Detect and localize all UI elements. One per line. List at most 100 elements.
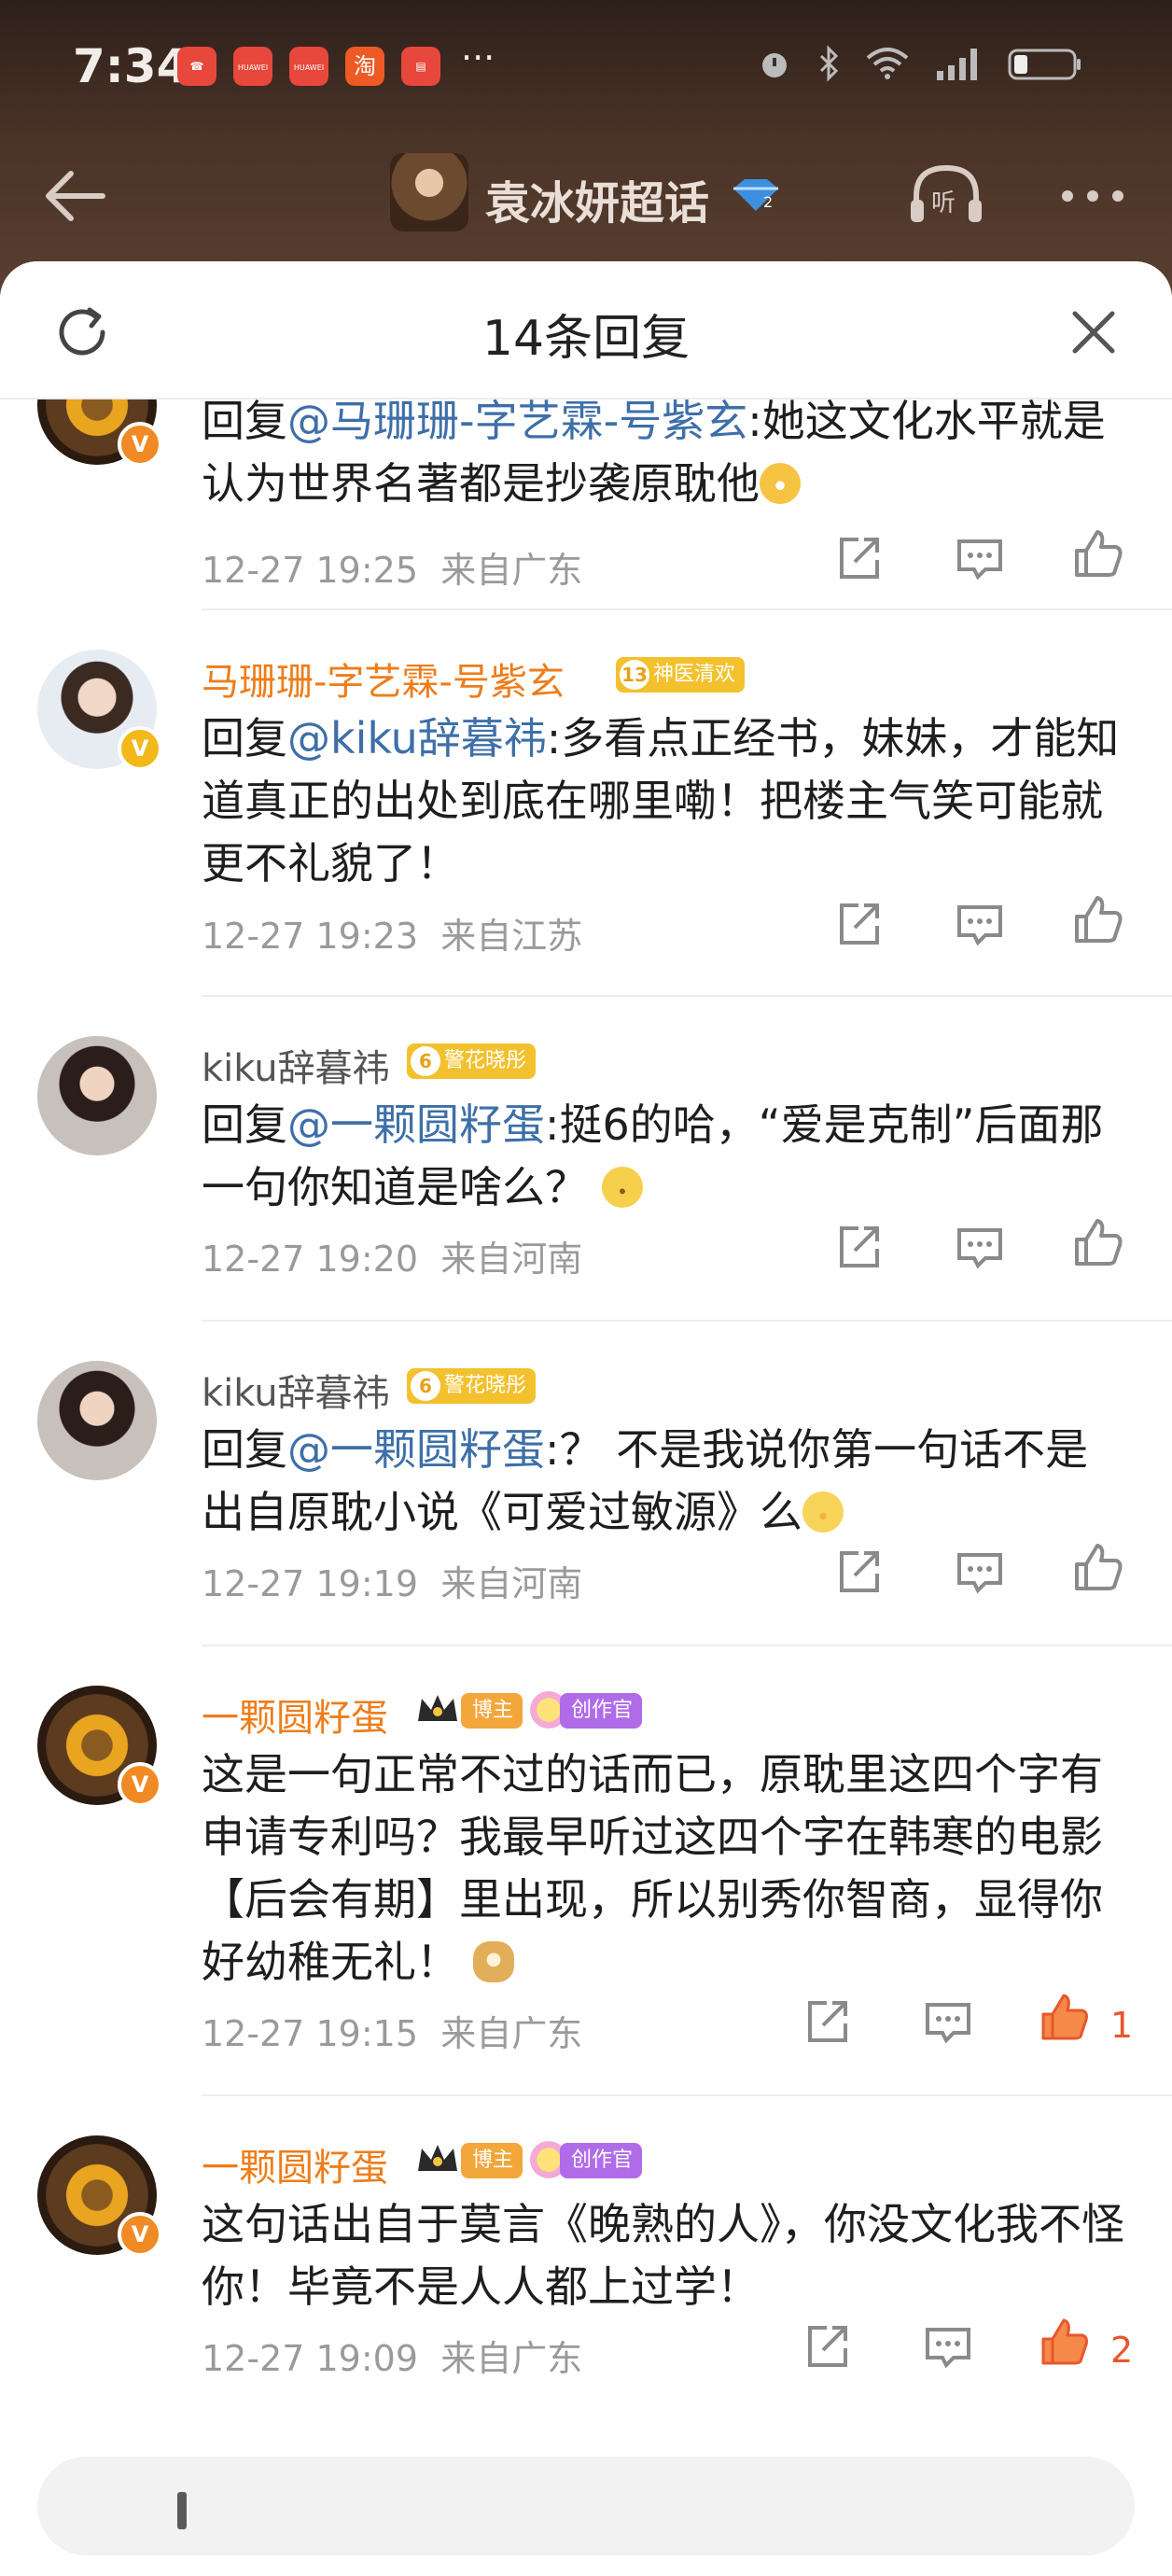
crown-icon xyxy=(418,2145,457,2171)
share-icon[interactable] xyxy=(830,1219,886,1275)
list-item: kiku辞暮祎 6 警花晓彤 回复@一颗圆籽蛋:？ 不是我说你第一句话不是出自原耽… xyxy=(0,1322,1172,1646)
comment-text: 回复@马珊珊-字艺霖-号紫玄:她这文化水平就是认为世界名著都是抄袭原耽他 xyxy=(202,398,1106,509)
username[interactable]: kiku辞暮祎 xyxy=(202,1363,390,1417)
username[interactable]: 一颗圆籽蛋 xyxy=(202,2137,388,2191)
topic-title[interactable]: 袁冰妍超话 xyxy=(485,166,709,231)
doge-emoji-icon xyxy=(472,1941,514,1982)
replies-sheet: 14条回复 V 回复@马珊珊-字艺霖-号紫玄:她这文化水平就是认为世界名著都是抄… xyxy=(0,261,1172,2576)
comment-meta: 12-27 19:15 来自广东 xyxy=(202,2013,583,2054)
signal-icon xyxy=(937,49,977,80)
comment-meta: 12-27 19:23 来自江苏 xyxy=(202,916,583,957)
comment-icon[interactable] xyxy=(952,1544,1008,1600)
creator-badge: 创作官 xyxy=(560,2143,643,2178)
liked-icon[interactable] xyxy=(1036,1990,1092,2046)
avatar[interactable]: V xyxy=(37,2135,162,2257)
more-options-icon[interactable] xyxy=(1051,159,1135,233)
more-notifications-icon: ··· xyxy=(461,37,495,78)
missed-call-icon: ☎ xyxy=(177,47,216,86)
like-count: 2 xyxy=(1110,2330,1134,2371)
bluetooth-icon xyxy=(819,45,839,82)
like-icon[interactable] xyxy=(1069,892,1125,948)
comment-text: 回复@kiku辞暮祎:多看点正经书，妹妹，才能知道真正的出处到底在哪里嘞！把楼主… xyxy=(202,713,1120,889)
comment-icon[interactable] xyxy=(952,530,1008,586)
listen-headphones-icon[interactable]: 听 xyxy=(905,159,987,233)
comment-meta: 12-27 19:19 来自河南 xyxy=(202,1563,583,1604)
alarm-icon xyxy=(762,53,787,77)
reply-list: V 回复@马珊珊-字艺霖-号紫玄:她这文化水平就是认为世界名著都是抄袭原耽他 1… xyxy=(0,398,1172,2432)
creator-badge: 创作官 xyxy=(560,1693,643,1729)
fan-badge: 13 神医清欢 xyxy=(616,657,746,693)
avatar[interactable] xyxy=(37,1361,157,1480)
comment-icon[interactable] xyxy=(920,1994,976,2050)
avatar[interactable]: V xyxy=(37,1686,162,1807)
diamond-badge-icon: 2 xyxy=(733,179,778,211)
username[interactable]: kiku辞暮祎 xyxy=(202,1038,390,1092)
svg-text:2: 2 xyxy=(763,193,773,211)
list-item: V 一颗圆籽蛋 博主 创作官 这句话出自于莫言《晚熟的人》，你没文化我不怪你！毕… xyxy=(0,2096,1172,2432)
huawei-icon: HUAWEI xyxy=(233,47,272,86)
share-icon[interactable] xyxy=(830,1544,886,1600)
battery-icon xyxy=(1008,49,1081,80)
verified-badge-icon: V xyxy=(118,726,162,771)
comment-meta: 12-27 19:09 来自广东 xyxy=(202,2338,583,2379)
comment-icon[interactable] xyxy=(920,2318,976,2374)
status-icons xyxy=(756,45,1082,82)
list-item: V 一颗圆籽蛋 博主 创作官 这是一句正常不过的话而已，原耽里这四个字有申请专利… xyxy=(0,1646,1172,2096)
username[interactable]: 一颗圆籽蛋 xyxy=(202,1687,388,1742)
mention-link[interactable]: @一颗圆籽蛋 xyxy=(287,1099,545,1150)
worried-emoji-icon xyxy=(802,1491,844,1533)
comment-meta: 12-27 19:25 来自广东 xyxy=(202,550,583,591)
taobao-icon: 淘 xyxy=(345,47,384,86)
status-time: 7:34 xyxy=(73,39,189,93)
verified-badge-icon: V xyxy=(118,2212,162,2257)
comment-text: 回复@一颗圆籽蛋:？ 不是我说你第一句话不是出自原耽小说《可爱过敏源》么 xyxy=(202,1424,1089,1537)
reply-input[interactable] xyxy=(37,2457,1135,2555)
avatar[interactable]: V xyxy=(37,398,162,467)
verified-badge-icon: V xyxy=(118,422,162,467)
sheet-header: 14条回复 xyxy=(0,261,1172,399)
list-item: V 回复@马珊珊-字艺霖-号紫玄:她这文化水平就是认为世界名著都是抄袭原耽他 1… xyxy=(0,398,1172,610)
share-icon[interactable] xyxy=(830,896,886,952)
list-item: V 马珊珊-字艺霖-号紫玄 13 神医清欢 回复@kiku辞暮祎:多看点正经书，妹… xyxy=(0,610,1172,997)
comment-text: 回复@一颗圆籽蛋:挺6的哈，“爱是克制”后面那一句你知道是啥么？ xyxy=(202,1099,1104,1212)
comment-meta: 12-27 19:20 来自河南 xyxy=(202,1239,583,1280)
comment-icon[interactable] xyxy=(952,896,1008,952)
username[interactable]: 马珊珊-字艺霖-号紫玄 xyxy=(202,651,565,706)
fan-badge: 6 警花晓彤 xyxy=(407,1368,537,1404)
close-icon[interactable] xyxy=(1064,302,1123,362)
share-icon[interactable] xyxy=(799,2318,855,2374)
liked-icon[interactable] xyxy=(1036,2315,1092,2371)
like-icon[interactable] xyxy=(1069,526,1125,582)
laugh-emoji-icon xyxy=(760,463,801,504)
share-icon[interactable] xyxy=(830,530,886,586)
mention-link[interactable]: @一颗圆籽蛋 xyxy=(287,1424,545,1475)
sheet-title: 14条回复 xyxy=(481,311,691,367)
mention-link[interactable]: @kiku辞暮祎 xyxy=(287,713,547,763)
crown-icon xyxy=(418,1695,457,1721)
wifi-icon xyxy=(866,48,909,79)
text-cursor xyxy=(177,2492,187,2529)
verified-badge-icon: V xyxy=(118,1762,162,1807)
list-item: kiku辞暮祎 6 警花晓彤 回复@一颗圆籽蛋:挺6的哈，“爱是克制”后面那一句你… xyxy=(0,997,1172,1322)
like-icon[interactable] xyxy=(1069,1215,1125,1271)
comment-icon[interactable] xyxy=(952,1219,1008,1275)
like-count: 1 xyxy=(1110,2005,1134,2046)
back-arrow-icon[interactable] xyxy=(37,159,121,233)
comment-text: 这是一句正常不过的话而已，原耽里这四个字有申请专利吗？我最早听过这四个字在韩寒的… xyxy=(202,1749,1103,1987)
book-icon: ▤ xyxy=(401,47,440,86)
host-badge: 博主 xyxy=(461,1693,523,1729)
topic-avatar[interactable] xyxy=(390,153,468,231)
fan-badge: 6 警花晓彤 xyxy=(407,1043,537,1079)
avatar[interactable] xyxy=(37,1036,157,1155)
huawei-icon-2: HUAWEI xyxy=(289,47,328,86)
host-badge: 博主 xyxy=(461,2143,523,2178)
smile-emoji-icon xyxy=(601,1167,643,1208)
mention-link[interactable]: @马珊珊-字艺霖-号紫玄 xyxy=(287,398,747,446)
like-icon[interactable] xyxy=(1069,1540,1125,1596)
comment-text: 这句话出自于莫言《晚熟的人》，你没文化我不怪你！毕竟不是人人都上过学！ xyxy=(202,2199,1124,2312)
share-icon[interactable] xyxy=(799,1994,855,2050)
top-nav: 袁冰妍超话 2 听 xyxy=(0,131,1172,257)
svg-text:听: 听 xyxy=(931,189,956,217)
avatar[interactable]: V xyxy=(37,650,162,771)
status-bar: 7:34 ☎ HUAWEI HUAWEI 淘 ▤ ··· xyxy=(0,0,1172,131)
